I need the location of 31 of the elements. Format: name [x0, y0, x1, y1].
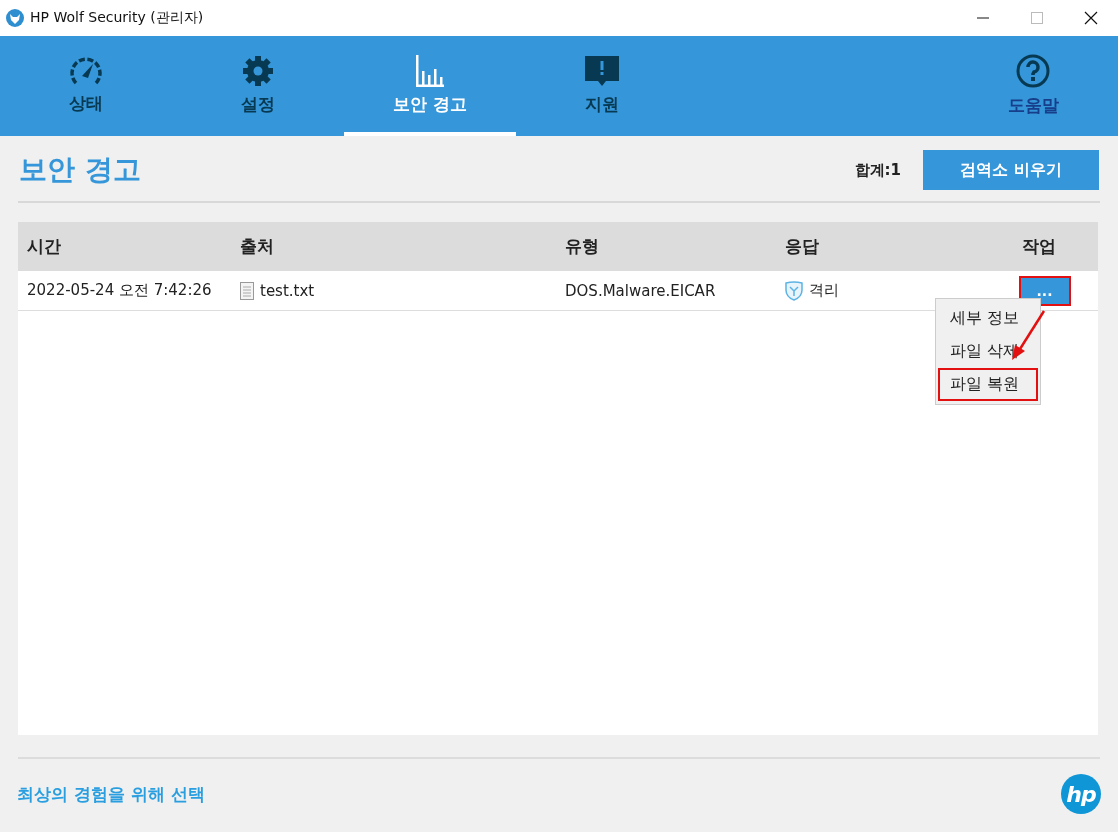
column-header: 응답 [784, 235, 820, 258]
nav-tab[interactable]: 상태 [0, 36, 172, 136]
table-cell-text: 2022-05-24 오전 7:42:26 [26, 281, 213, 300]
alert-message-icon [584, 55, 620, 87]
window-title: HP Wolf Security (관리자) [30, 9, 204, 27]
table-cell: 격리 [809, 281, 839, 300]
page-title: 보안 경고 [19, 152, 141, 188]
gear-icon [242, 55, 274, 87]
nav-tab[interactable]: 설정 [172, 36, 344, 136]
clear-quarantine-button[interactable]: 검역소 비우기 [923, 150, 1099, 190]
table-cell-text: DOS.Malware.EICAR [564, 281, 717, 300]
column-header: 유형 [564, 235, 600, 258]
text-file-icon [240, 281, 254, 300]
actions-button[interactable]: ... [1020, 277, 1069, 304]
footer-link[interactable]: 최상의 경험을 위해 선택 [17, 782, 205, 806]
table-cell: test.txt [260, 281, 315, 300]
gauge-icon [69, 56, 103, 86]
help-icon [1016, 54, 1050, 88]
nav-tab[interactable]: 보안 경고 [344, 36, 516, 136]
menu-item[interactable]: 세부 정보 [938, 302, 1038, 335]
hp-logo: hp [1061, 774, 1101, 814]
bar-chart-icon [415, 55, 445, 87]
column-header: 시간 [26, 235, 62, 258]
total-count: 합계:1 [854, 160, 901, 180]
column-header: 작업 [1021, 235, 1057, 258]
menu-item[interactable]: 파일 복원 [938, 368, 1038, 401]
column-header: 출처 [239, 235, 275, 258]
nav-tab[interactable]: 지원 [516, 36, 688, 136]
shield-icon [785, 280, 803, 301]
help-tab[interactable]: 도움말 [948, 36, 1118, 136]
wolf-logo-icon [6, 9, 24, 27]
